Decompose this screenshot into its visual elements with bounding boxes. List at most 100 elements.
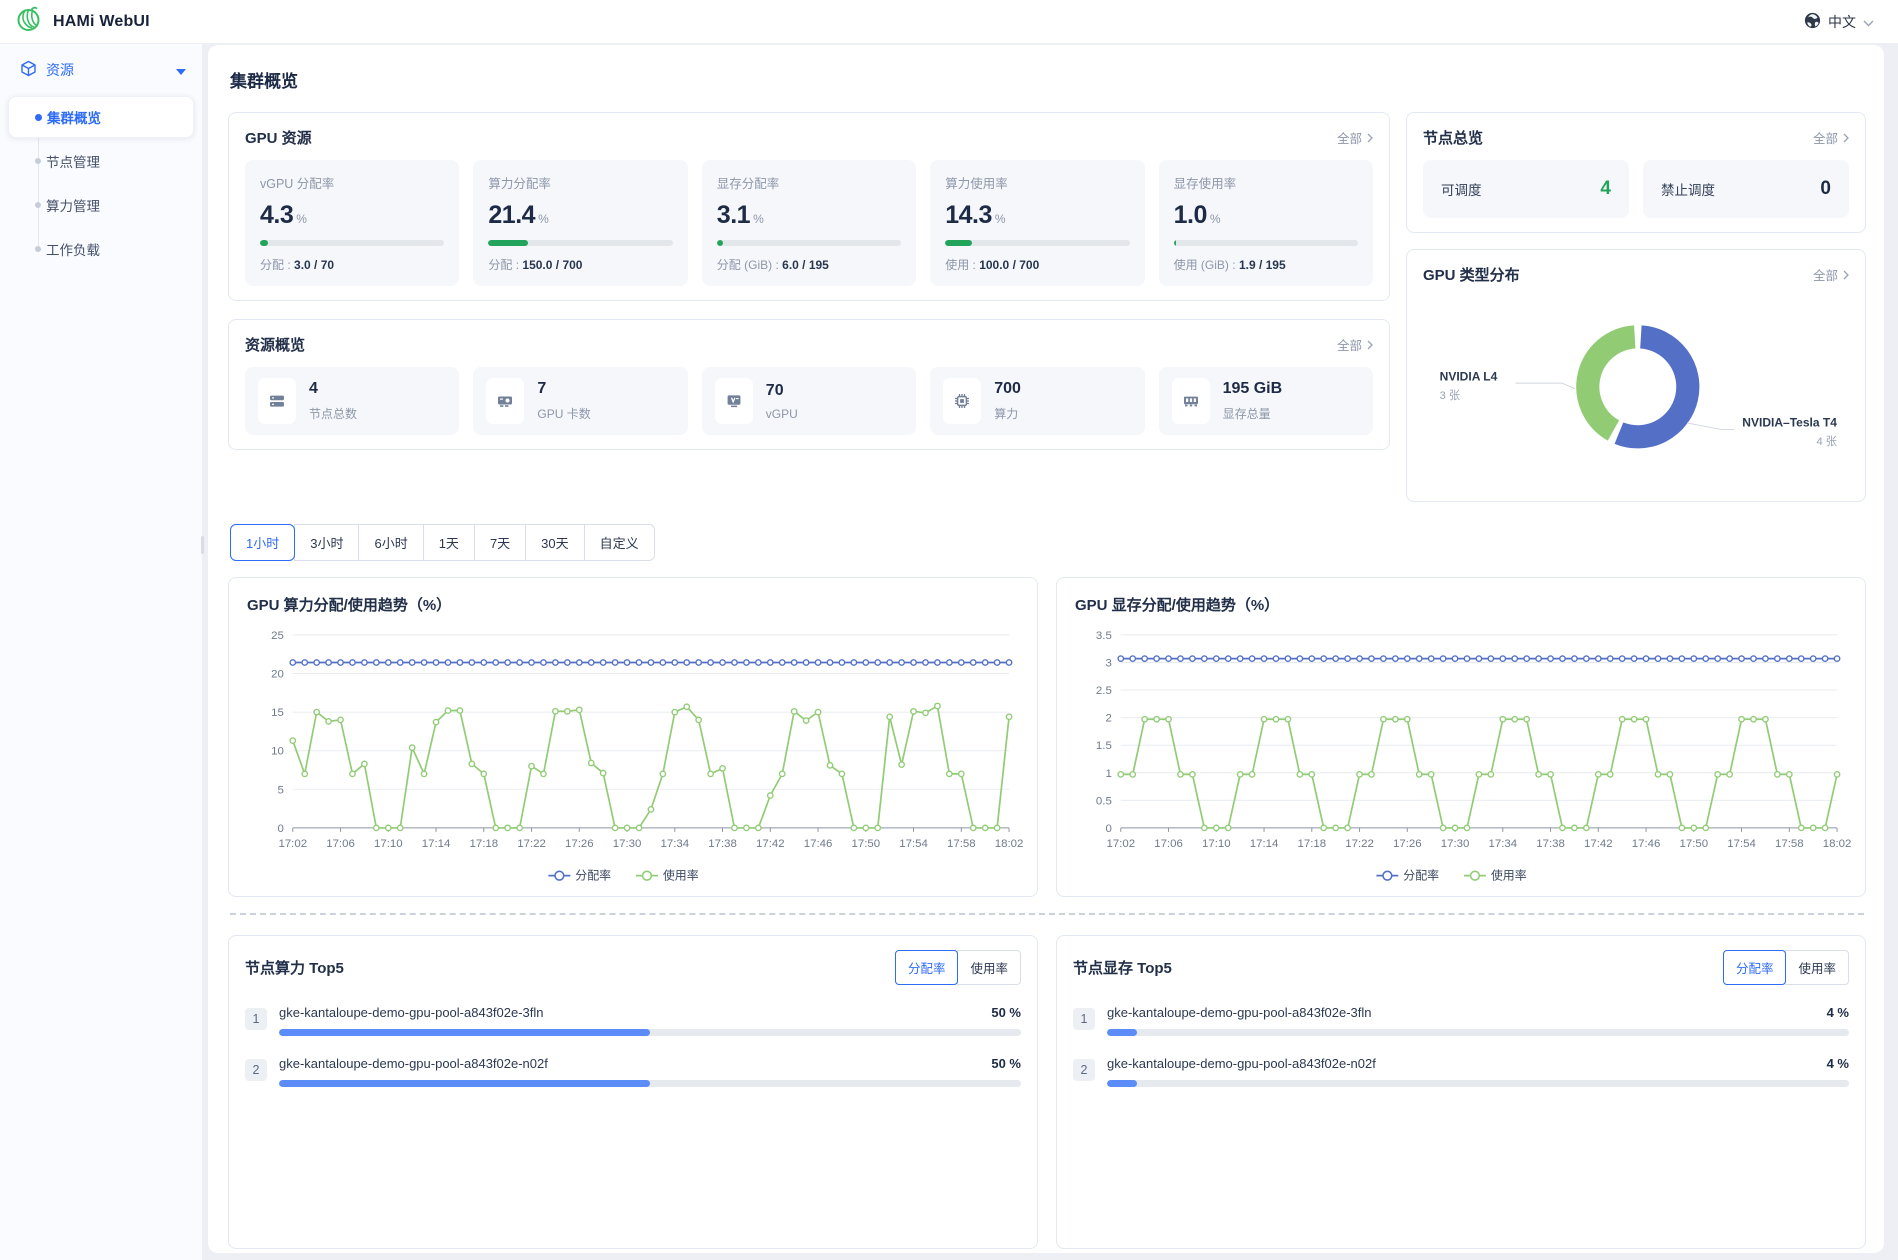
sidebar-item-link[interactable]: 工作负载 bbox=[8, 228, 194, 270]
compute-trend-chart: 051015202517:0217:0617:1017:1417:1817:22… bbox=[247, 619, 1023, 890]
svg-text:分配率: 分配率 bbox=[1403, 869, 1439, 883]
unschedulable-value: 0 bbox=[1820, 178, 1831, 200]
top5-toggle-button[interactable]: 使用率 bbox=[1785, 950, 1849, 985]
svg-text:17:18: 17:18 bbox=[469, 838, 498, 850]
svg-text:17:42: 17:42 bbox=[1584, 838, 1613, 850]
stat-progress-track bbox=[1174, 240, 1358, 246]
stat-unit: % bbox=[538, 212, 548, 226]
overview-label: GPU 卡数 bbox=[537, 405, 590, 422]
svg-text:17:34: 17:34 bbox=[1488, 838, 1517, 850]
svg-text:10: 10 bbox=[271, 746, 284, 758]
nodes-icon bbox=[258, 378, 296, 424]
time-range-button[interactable]: 3小时 bbox=[294, 524, 359, 561]
sidebar-item-link[interactable]: 节点管理 bbox=[8, 140, 194, 182]
nodes-overview-title: 节点总览 bbox=[1423, 127, 1483, 148]
menu-dot-icon bbox=[35, 246, 41, 252]
top5-row: 2gke-kantaloupe-demo-gpu-pool-a843f02e-n… bbox=[245, 1056, 1021, 1087]
top5-toggle-button[interactable]: 分配率 bbox=[895, 950, 959, 985]
menu-dot-icon bbox=[35, 158, 41, 164]
svg-text:18:02: 18:02 bbox=[995, 838, 1023, 850]
language-selector[interactable]: 中文 bbox=[1804, 12, 1898, 32]
resources-overview-row: 4节点总数7GPU 卡数70vGPU700算力195 GiB显存总量 bbox=[245, 367, 1373, 435]
node-value: 4 % bbox=[1827, 1005, 1849, 1020]
gpu-resources-all-link[interactable]: 全部 bbox=[1337, 128, 1373, 147]
time-range-button[interactable]: 1天 bbox=[423, 524, 475, 561]
node-value: 50 % bbox=[991, 1056, 1021, 1071]
svg-text:17:50: 17:50 bbox=[1679, 838, 1708, 850]
memory-top5-toggle: 分配率使用率 bbox=[1723, 950, 1849, 985]
memory-top5-rows: 1gke-kantaloupe-demo-gpu-pool-a843f02e-3… bbox=[1073, 1005, 1849, 1087]
compute-top5-toggle: 分配率使用率 bbox=[895, 950, 1021, 985]
sidebar-item-active[interactable]: 集群概览 bbox=[8, 96, 194, 138]
gpu-type-card: GPU 类型分布 全部 NVIDIA L43 张NVIDIA–Tesla T44… bbox=[1406, 249, 1866, 502]
svg-text:17:26: 17:26 bbox=[1393, 838, 1422, 850]
sidebar-item-label: 节点管理 bbox=[46, 151, 100, 171]
node-progress-fill bbox=[1107, 1029, 1137, 1036]
rank-badge: 1 bbox=[245, 1008, 267, 1030]
time-range-button[interactable]: 30天 bbox=[525, 524, 584, 561]
node-memory-top5-card: 节点显存 Top5 分配率使用率 1gke-kantaloupe-demo-gp… bbox=[1056, 935, 1866, 1249]
time-range-button[interactable]: 6小时 bbox=[358, 524, 423, 561]
memory-trend-card: GPU 显存分配/使用趋势（%） 00.511.522.533.517:0217… bbox=[1056, 577, 1866, 897]
unschedulable-label: 禁止调度 bbox=[1661, 179, 1715, 199]
stat-label: 算力使用率 bbox=[945, 173, 1129, 192]
overview-item: 70vGPU bbox=[702, 367, 916, 435]
time-range-button[interactable]: 自定义 bbox=[584, 524, 655, 561]
top5-row: 1gke-kantaloupe-demo-gpu-pool-a843f02e-3… bbox=[1073, 1005, 1849, 1036]
node-memory-top5-title: 节点显存 Top5 bbox=[1073, 957, 1172, 978]
svg-text:5: 5 bbox=[277, 784, 283, 796]
svg-text:17:14: 17:14 bbox=[422, 838, 451, 850]
stat-detail: 分配 : 150.0 / 700 bbox=[488, 256, 672, 273]
gpu-stat-card: 算力分配率21.4%分配 : 150.0 / 700 bbox=[473, 160, 687, 286]
cube-icon bbox=[20, 60, 37, 80]
overview-value: 700 bbox=[994, 380, 1021, 398]
node-name: gke-kantaloupe-demo-gpu-pool-a843f02e-n0… bbox=[1107, 1056, 1376, 1071]
stat-progress-fill bbox=[260, 240, 268, 246]
gpu-stat-card: 显存使用率1.0%使用 (GiB) : 1.9 / 195 bbox=[1159, 160, 1373, 286]
svg-text:0: 0 bbox=[277, 823, 283, 835]
overview-label: 显存总量 bbox=[1223, 405, 1283, 422]
chevron-right-icon bbox=[1843, 133, 1849, 143]
node-progress-fill bbox=[279, 1029, 650, 1036]
stat-unit: % bbox=[296, 212, 306, 226]
svg-text:NVIDIA–Tesla T4: NVIDIA–Tesla T4 bbox=[1742, 416, 1837, 430]
node-progress-track bbox=[1107, 1029, 1849, 1036]
svg-text:17:30: 17:30 bbox=[613, 838, 642, 850]
unschedulable-box: 禁止调度 0 bbox=[1643, 160, 1849, 218]
resources-overview-all-link[interactable]: 全部 bbox=[1337, 335, 1373, 354]
sidebar-item-label: 工作负载 bbox=[46, 239, 100, 259]
svg-text:使用率: 使用率 bbox=[1491, 869, 1527, 883]
node-name: gke-kantaloupe-demo-gpu-pool-a843f02e-3f… bbox=[1107, 1005, 1372, 1020]
stat-label: 显存分配率 bbox=[717, 173, 901, 192]
language-label: 中文 bbox=[1828, 12, 1856, 32]
node-progress-track bbox=[279, 1029, 1021, 1036]
svg-text:17:22: 17:22 bbox=[517, 838, 546, 850]
compute-trend-title: GPU 算力分配/使用趋势（%） bbox=[247, 594, 1023, 615]
svg-text:17:46: 17:46 bbox=[1632, 838, 1661, 850]
top5-toggle-button[interactable]: 分配率 bbox=[1723, 950, 1787, 985]
top5-toggle-button[interactable]: 使用率 bbox=[957, 950, 1021, 985]
gpu-type-all-link[interactable]: 全部 bbox=[1813, 265, 1849, 284]
svg-text:17:42: 17:42 bbox=[756, 838, 785, 850]
stat-detail: 使用 : 100.0 / 700 bbox=[945, 256, 1129, 273]
overview-item: 7GPU 卡数 bbox=[473, 367, 687, 435]
node-value: 4 % bbox=[1827, 1056, 1849, 1071]
sidebar-item-link[interactable]: 算力管理 bbox=[8, 184, 194, 226]
svg-text:17:58: 17:58 bbox=[1775, 838, 1804, 850]
time-range-button[interactable]: 1小时 bbox=[230, 524, 295, 561]
sidebar-submenu: 集群概览节点管理算力管理工作负载 bbox=[0, 96, 202, 270]
svg-text:17:02: 17:02 bbox=[1106, 838, 1135, 850]
stat-label: 算力分配率 bbox=[488, 173, 672, 192]
svg-text:17:34: 17:34 bbox=[660, 838, 689, 850]
svg-text:17:38: 17:38 bbox=[708, 838, 737, 850]
time-range-button[interactable]: 7天 bbox=[474, 524, 526, 561]
svg-text:3.5: 3.5 bbox=[1096, 630, 1112, 642]
resources-overview-card: 资源概览 全部 4节点总数7GPU 卡数70vGPU700算力195 GiB显存… bbox=[228, 319, 1390, 450]
svg-text:1: 1 bbox=[1105, 768, 1111, 780]
vgpu-icon bbox=[715, 378, 753, 424]
svg-text:17:10: 17:10 bbox=[1202, 838, 1231, 850]
caret-down-icon bbox=[176, 62, 186, 78]
sidebar-section-resources[interactable]: 资源 bbox=[0, 44, 202, 94]
nodes-overview-all-link[interactable]: 全部 bbox=[1813, 128, 1849, 147]
sidebar-collapse-handle[interactable] bbox=[201, 536, 204, 554]
